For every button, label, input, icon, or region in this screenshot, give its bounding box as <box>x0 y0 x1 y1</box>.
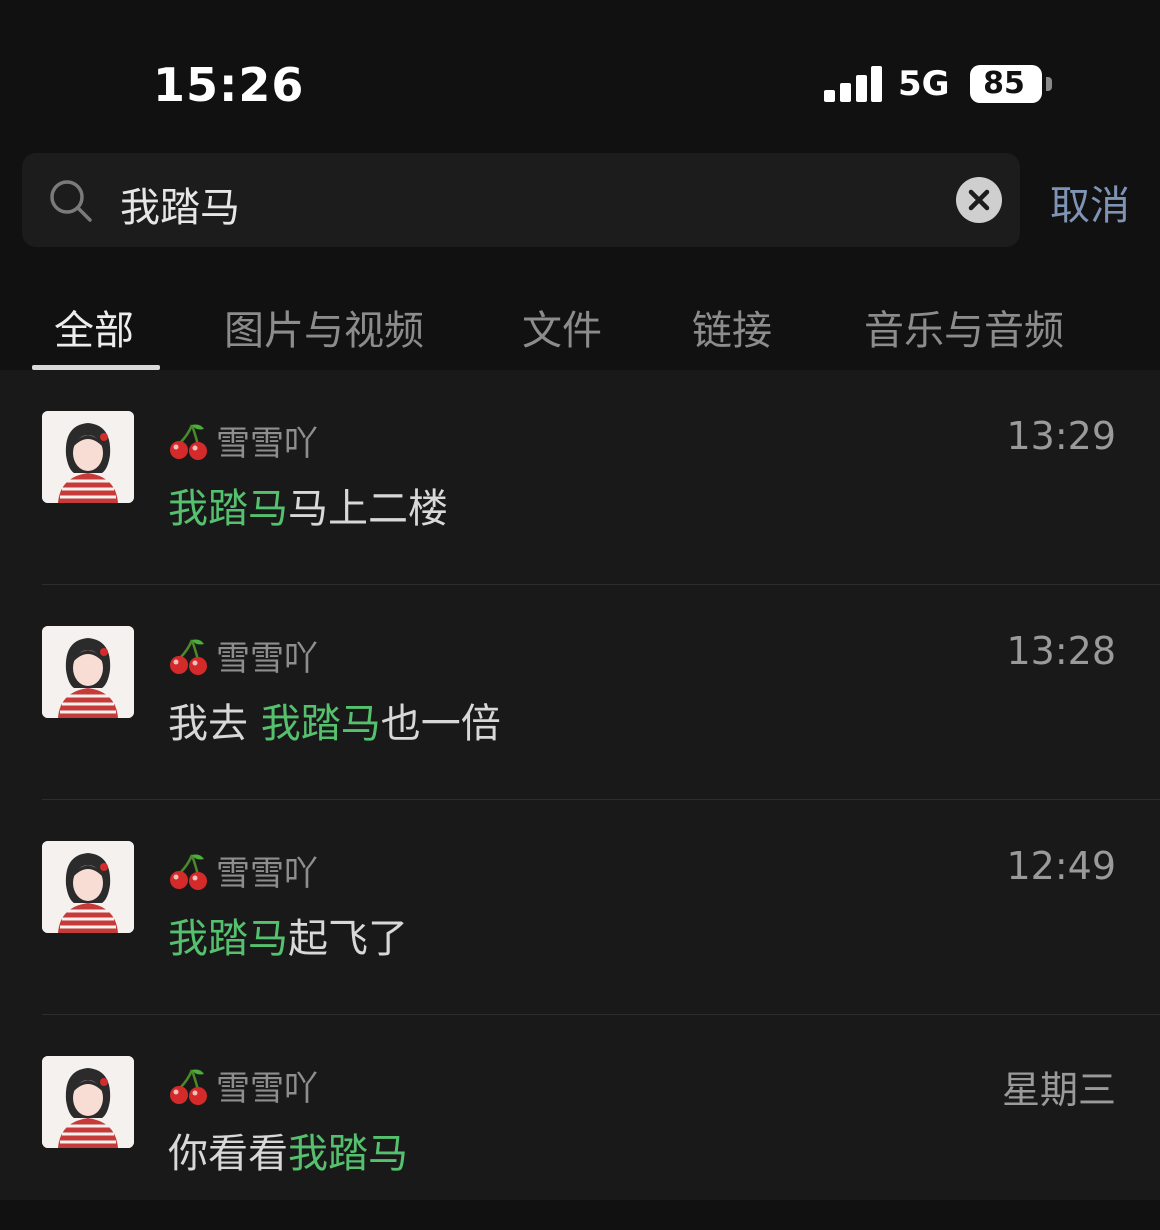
cellular-signal-icon <box>824 66 882 102</box>
result-row[interactable]: 雪雪吖 星期三 你看看我踏马 <box>0 1015 1160 1230</box>
sender-name-text: 雪雪吖 <box>216 424 318 464</box>
tab-music-audio[interactable]: 音乐与音频 <box>864 298 1064 356</box>
message-highlight: 我踏马 <box>168 916 288 962</box>
result-row[interactable]: 雪雪吖 13:29 我踏马马上二楼 <box>0 370 1160 585</box>
message-highlight: 我踏马 <box>260 701 381 747</box>
avatar <box>42 411 134 503</box>
battery-tip <box>1046 77 1052 91</box>
cherry-icon <box>170 1069 207 1105</box>
cancel-button[interactable]: 取消 <box>1050 173 1130 231</box>
result-row[interactable]: 雪雪吖 13:28 我去 我踏马也一倍 <box>0 585 1160 800</box>
category-tabs: 全部 图片与视频 文件 链接 音乐与音频 <box>0 280 1160 372</box>
search-icon <box>50 180 92 222</box>
tab-all[interactable]: 全部 <box>54 298 134 356</box>
tab-images-videos[interactable]: 图片与视频 <box>224 298 424 356</box>
search-input[interactable]: 我踏马 <box>22 153 1020 247</box>
clear-search-button[interactable] <box>956 177 1002 223</box>
cherry-icon <box>170 854 207 890</box>
message-time: 13:29 <box>1006 414 1116 458</box>
sender-name: 雪雪吖 <box>168 416 318 465</box>
message-time: 13:28 <box>1006 629 1116 673</box>
battery-icon: 85 <box>970 65 1042 103</box>
sender-name: 雪雪吖 <box>168 1061 318 1110</box>
message-time: 星期三 <box>1001 1068 1116 1112</box>
sender-name-text: 雪雪吖 <box>216 639 318 679</box>
message-text: 我踏马起飞了 <box>168 906 408 964</box>
sender-name: 雪雪吖 <box>168 846 318 895</box>
message-text-after: 也一倍 <box>380 701 501 747</box>
message-text: 你看看我踏马 <box>168 1121 408 1179</box>
sender-name: 雪雪吖 <box>168 631 318 680</box>
avatar <box>42 626 134 718</box>
message-text: 我踏马马上二楼 <box>168 476 448 534</box>
search-query: 我踏马 <box>120 185 240 231</box>
sender-name-text: 雪雪吖 <box>216 854 318 894</box>
message-text-before: 你看看 <box>168 1131 288 1177</box>
status-time: 15:26 <box>153 58 305 112</box>
message-highlight: 我踏马 <box>168 486 288 532</box>
tab-files[interactable]: 文件 <box>522 298 602 356</box>
message-text: 我去 我踏马也一倍 <box>168 691 501 749</box>
battery-level: 85 <box>983 66 1025 101</box>
avatar <box>42 841 134 933</box>
status-bar: 15:26 5G 85 <box>0 0 1160 150</box>
message-text-after: 起飞了 <box>288 916 408 962</box>
close-icon <box>968 189 990 211</box>
message-highlight: 我踏马 <box>288 1131 408 1177</box>
message-text-after: 马上二楼 <box>288 486 448 532</box>
tab-links[interactable]: 链接 <box>692 298 772 356</box>
search-results-list: 雪雪吖 13:29 我踏马马上二楼 雪雪吖 13:28 我去 我踏马也一倍 雪雪… <box>0 370 1160 1200</box>
cherry-icon <box>170 639 207 675</box>
network-type: 5G <box>898 64 950 104</box>
message-text-before: 我去 <box>168 701 261 747</box>
sender-name-text: 雪雪吖 <box>216 1069 318 1109</box>
cherry-icon <box>170 424 207 460</box>
result-row[interactable]: 雪雪吖 12:49 我踏马起飞了 <box>0 800 1160 1015</box>
avatar <box>42 1056 134 1148</box>
message-time: 12:49 <box>1006 844 1116 888</box>
